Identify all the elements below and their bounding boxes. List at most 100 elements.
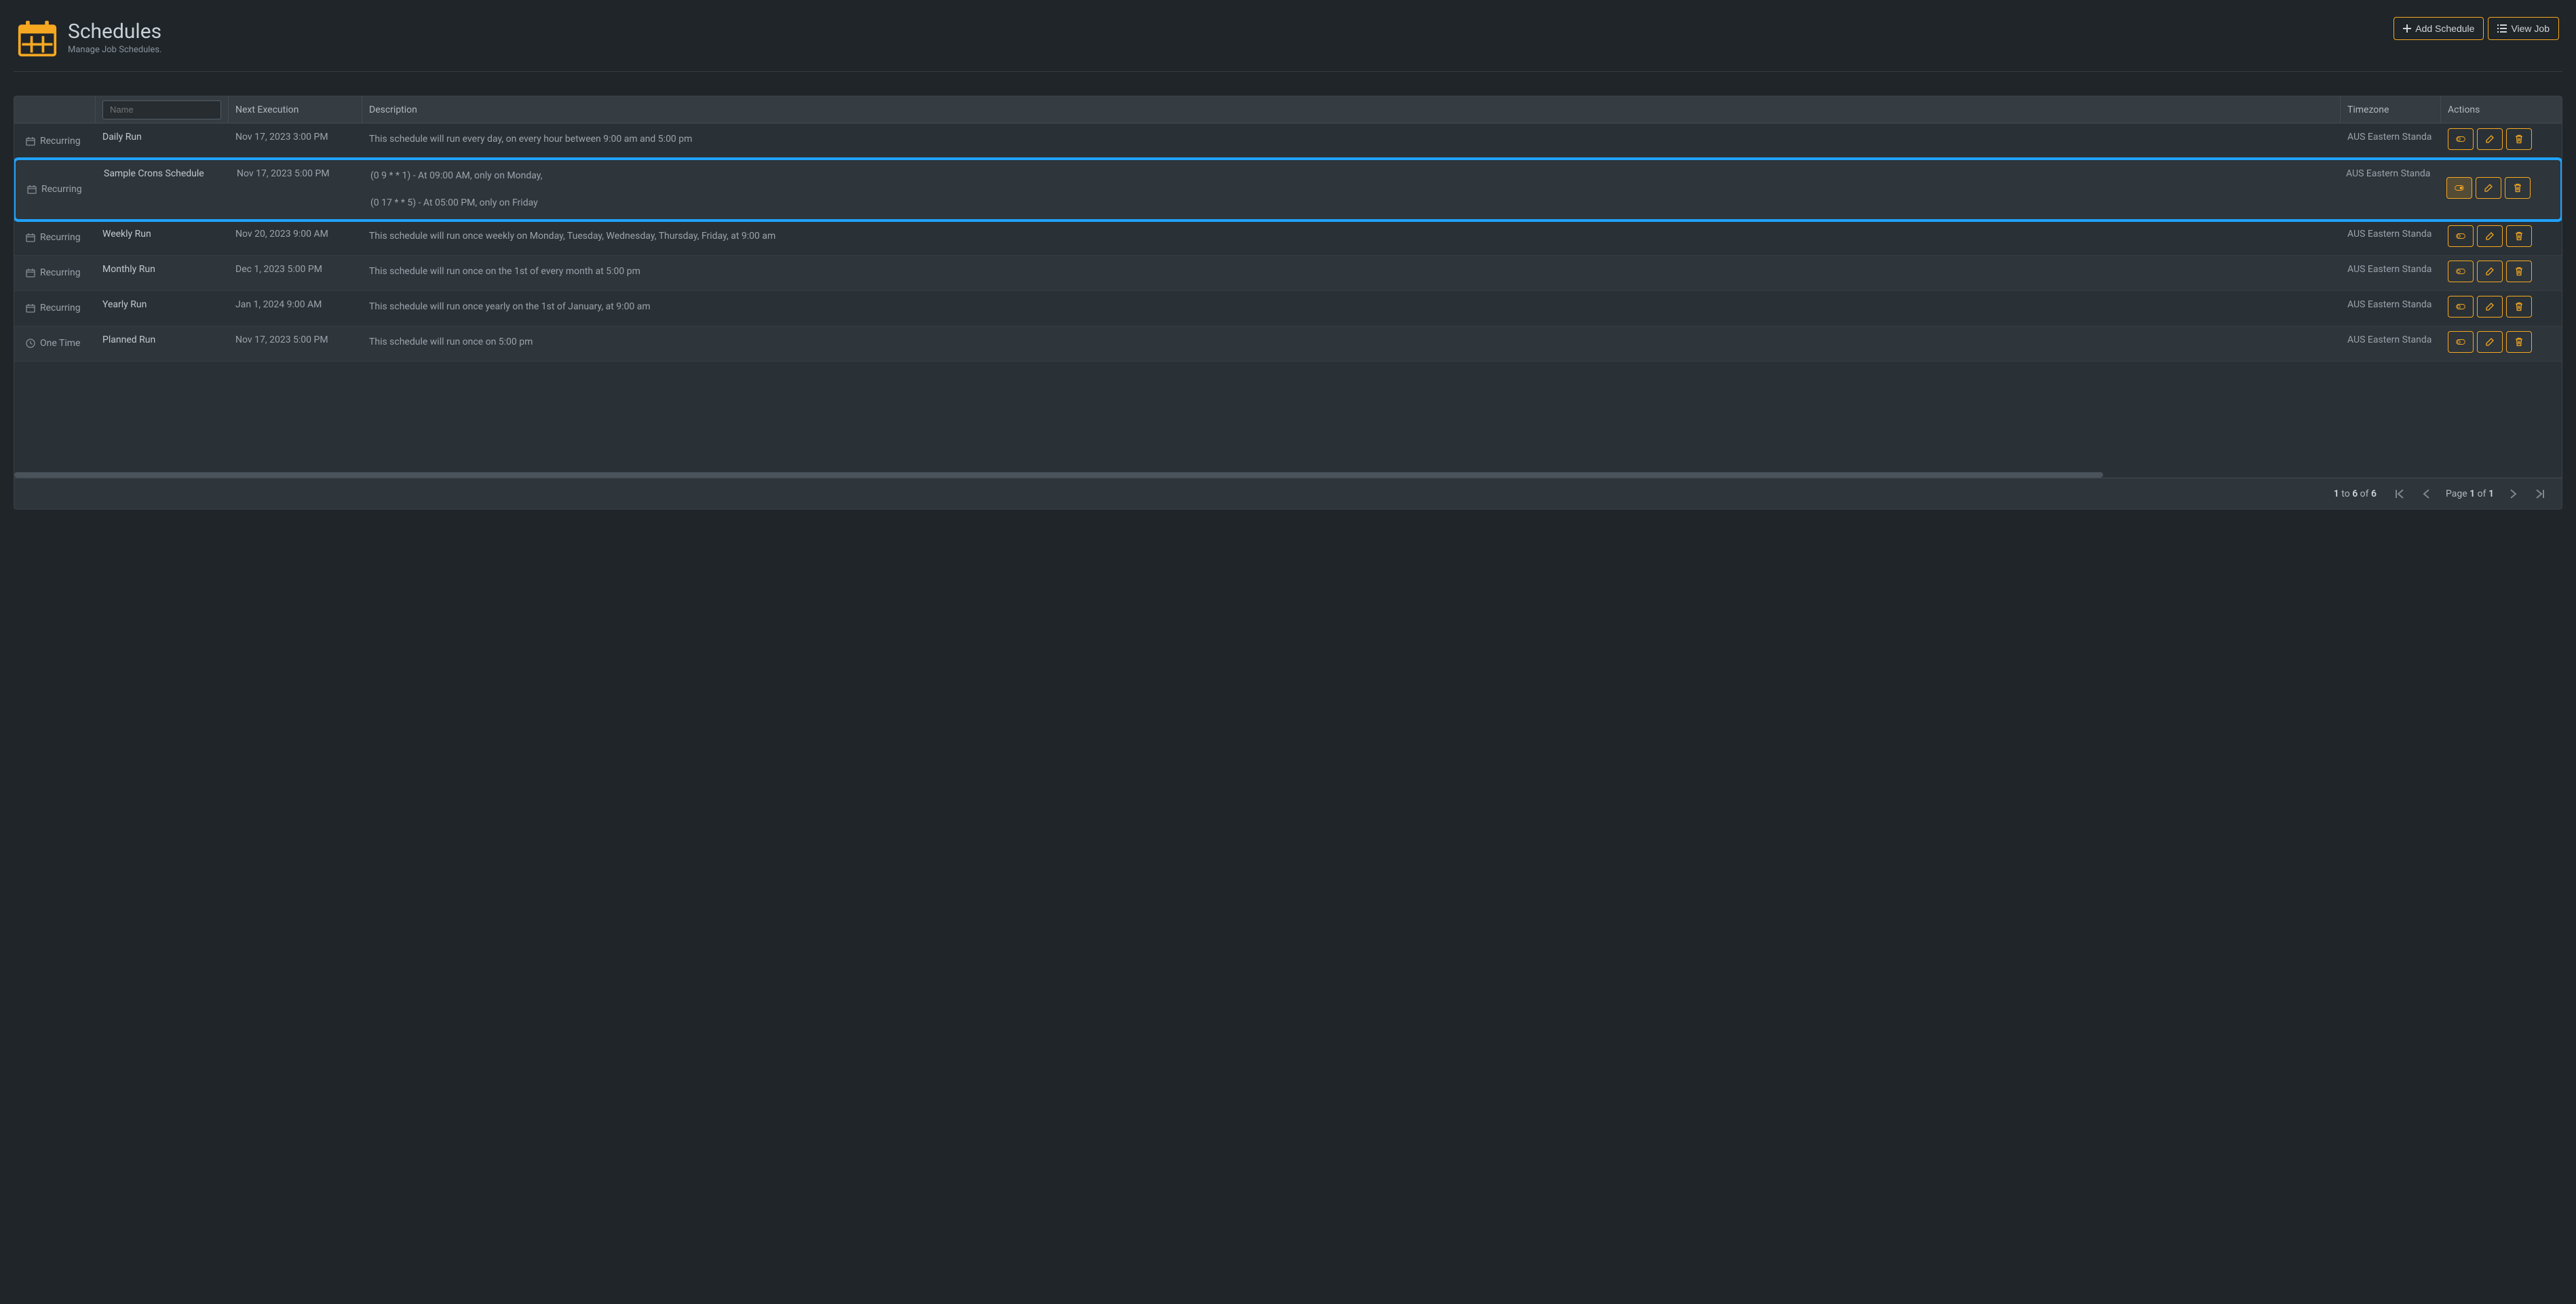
grid-body[interactable]: RecurringDaily RunNov 17, 2023 3:00 PMTh…	[14, 123, 2562, 472]
table-row[interactable]: Recurring Monthly RunDec 1, 2023 5:00 PM T…	[14, 256, 2562, 291]
row-range: 1 to 6 of 6	[2334, 488, 2377, 499]
col-header-next[interactable]: Next Execution	[229, 96, 362, 123]
cell-actions	[2440, 160, 2560, 219]
list-icon	[2497, 24, 2507, 33]
resizer[interactable]	[225, 102, 228, 117]
edit-icon	[2485, 231, 2495, 241]
cell-name: Yearly Run	[96, 291, 229, 326]
delete-button[interactable]	[2506, 296, 2532, 318]
edit-button[interactable]	[2476, 177, 2501, 199]
cell-type: Recurring	[14, 291, 96, 326]
toggle-button[interactable]	[2448, 296, 2474, 318]
trash-icon	[2514, 337, 2524, 347]
cell-desc: (0 9 * * 1) - At 09:00 AM, only on Monda…	[364, 160, 2339, 219]
col-header-tz[interactable]: Timezone	[2341, 96, 2441, 123]
cell-timezone: AUS Eastern Standa	[2341, 123, 2441, 158]
prev-page-button[interactable]	[2419, 486, 2435, 502]
cell-desc: This schedule will run once on 5:00 pm	[362, 326, 2341, 361]
col-header-desc[interactable]: Description	[362, 96, 2341, 123]
resizer[interactable]	[92, 102, 95, 117]
cell-actions	[2441, 123, 2562, 158]
delete-button[interactable]	[2506, 331, 2532, 353]
trash-icon	[2513, 183, 2522, 193]
type-label: Recurring	[40, 136, 81, 147]
toggle-off-icon	[2456, 302, 2465, 311]
grid-footer: 1 to 6 of 6 Page 1 of 1	[14, 478, 2562, 509]
view-job-label: View Job	[2511, 23, 2550, 34]
first-page-button[interactable]	[2391, 486, 2408, 502]
cell-desc: This schedule will run once weekly on Mo…	[362, 220, 2341, 255]
edit-button[interactable]	[2477, 331, 2503, 353]
type-label: Recurring	[40, 267, 81, 278]
cell-type: Recurring	[14, 256, 96, 290]
toggle-button[interactable]	[2448, 128, 2474, 150]
desc-line: This schedule will run every day, on eve…	[369, 132, 2334, 147]
range-word: to	[2341, 488, 2349, 499]
cell-desc: This schedule will run once on the 1st o…	[362, 256, 2341, 290]
edit-button[interactable]	[2477, 225, 2503, 247]
cell-next: Nov 17, 2023 3:00 PM	[229, 123, 362, 158]
page-title: Schedules	[68, 20, 161, 43]
table-row[interactable]: RecurringSample Crons ScheduleNov 17, 20…	[14, 157, 2562, 222]
edit-icon	[2485, 337, 2495, 347]
cell-name: Daily Run	[96, 123, 229, 158]
cell-name: Monthly Run	[96, 256, 229, 290]
cell-type: One Time	[14, 326, 96, 361]
toggle-button[interactable]	[2446, 177, 2472, 199]
col-header-actions: Actions	[2441, 96, 2562, 123]
toggle-on-icon	[2455, 183, 2464, 193]
edit-icon	[2484, 183, 2493, 193]
cell-next: Dec 1, 2023 5:00 PM	[229, 256, 362, 290]
delete-button[interactable]	[2505, 177, 2531, 199]
edit-button[interactable]	[2477, 128, 2503, 150]
page-cur: 1	[2469, 488, 2475, 499]
cell-timezone: AUS Eastern Standa	[2341, 220, 2441, 255]
cell-type: Recurring	[16, 160, 97, 219]
desc-line: (0 17 * * 5) - At 05:00 PM, only on Frid…	[370, 195, 2332, 210]
hscroll-thumb[interactable]	[14, 472, 2103, 478]
delete-button[interactable]	[2506, 261, 2532, 282]
next-page-button[interactable]	[2505, 486, 2521, 502]
desc-line: (0 9 * * 1) - At 09:00 AM, only on Monda…	[370, 168, 2332, 183]
desc-line: This schedule will run once on 5:00 pm	[369, 334, 2334, 349]
page-word: of	[2478, 488, 2486, 499]
view-job-button[interactable]: View Job	[2488, 17, 2559, 40]
calendar-icon	[27, 185, 37, 194]
name-filter-input[interactable]	[102, 100, 221, 119]
page-label: Page	[2446, 488, 2467, 499]
delete-button[interactable]	[2506, 225, 2532, 247]
edit-button[interactable]	[2477, 261, 2503, 282]
table-row[interactable]: One TimePlanned RunNov 17, 2023 5:00 PMT…	[14, 326, 2562, 362]
toggle-button[interactable]	[2448, 261, 2474, 282]
cell-next: Nov 20, 2023 9:00 AM	[229, 220, 362, 255]
toggle-button[interactable]	[2448, 225, 2474, 247]
toggle-off-icon	[2456, 267, 2465, 276]
cell-timezone: AUS Eastern Standa	[2341, 326, 2441, 361]
cell-actions	[2441, 291, 2562, 326]
table-row[interactable]: Recurring Daily RunNov 17, 2023 3:00 PM Th…	[14, 123, 2562, 159]
page-header: Schedules Manage Job Schedules. Add Sche…	[14, 10, 2562, 72]
add-schedule-button[interactable]: Add Schedule	[2394, 17, 2484, 40]
delete-button[interactable]	[2506, 128, 2532, 150]
cell-next: Jan 1, 2024 9:00 AM	[229, 291, 362, 326]
range-to: 6	[2352, 488, 2358, 499]
type-label: One Time	[40, 338, 80, 349]
hscroll[interactable]	[14, 472, 2562, 478]
table-row[interactable]: RecurringWeekly RunNov 20, 2023 9:00 AMT…	[14, 220, 2562, 256]
toggle-off-icon	[2456, 231, 2465, 241]
toggle-button[interactable]	[2448, 331, 2474, 353]
edit-icon	[2485, 302, 2495, 311]
page-subtitle: Manage Job Schedules.	[68, 45, 161, 55]
last-page-button[interactable]	[2532, 486, 2548, 502]
trash-icon	[2514, 134, 2524, 144]
col-header-type	[14, 96, 96, 123]
edit-icon	[2485, 134, 2495, 144]
toggle-off-icon	[2456, 134, 2465, 144]
cell-type: Recurring	[14, 220, 96, 255]
edit-button[interactable]	[2477, 296, 2503, 318]
desc-line: This schedule will run once on the 1st o…	[369, 264, 2334, 279]
table-row[interactable]: RecurringYearly RunJan 1, 2024 9:00 AMTh…	[14, 291, 2562, 326]
range-word: of	[2360, 488, 2369, 499]
cell-desc: This schedule will run once yearly on th…	[362, 291, 2341, 326]
cell-timezone: AUS Eastern Standa	[2341, 256, 2441, 290]
